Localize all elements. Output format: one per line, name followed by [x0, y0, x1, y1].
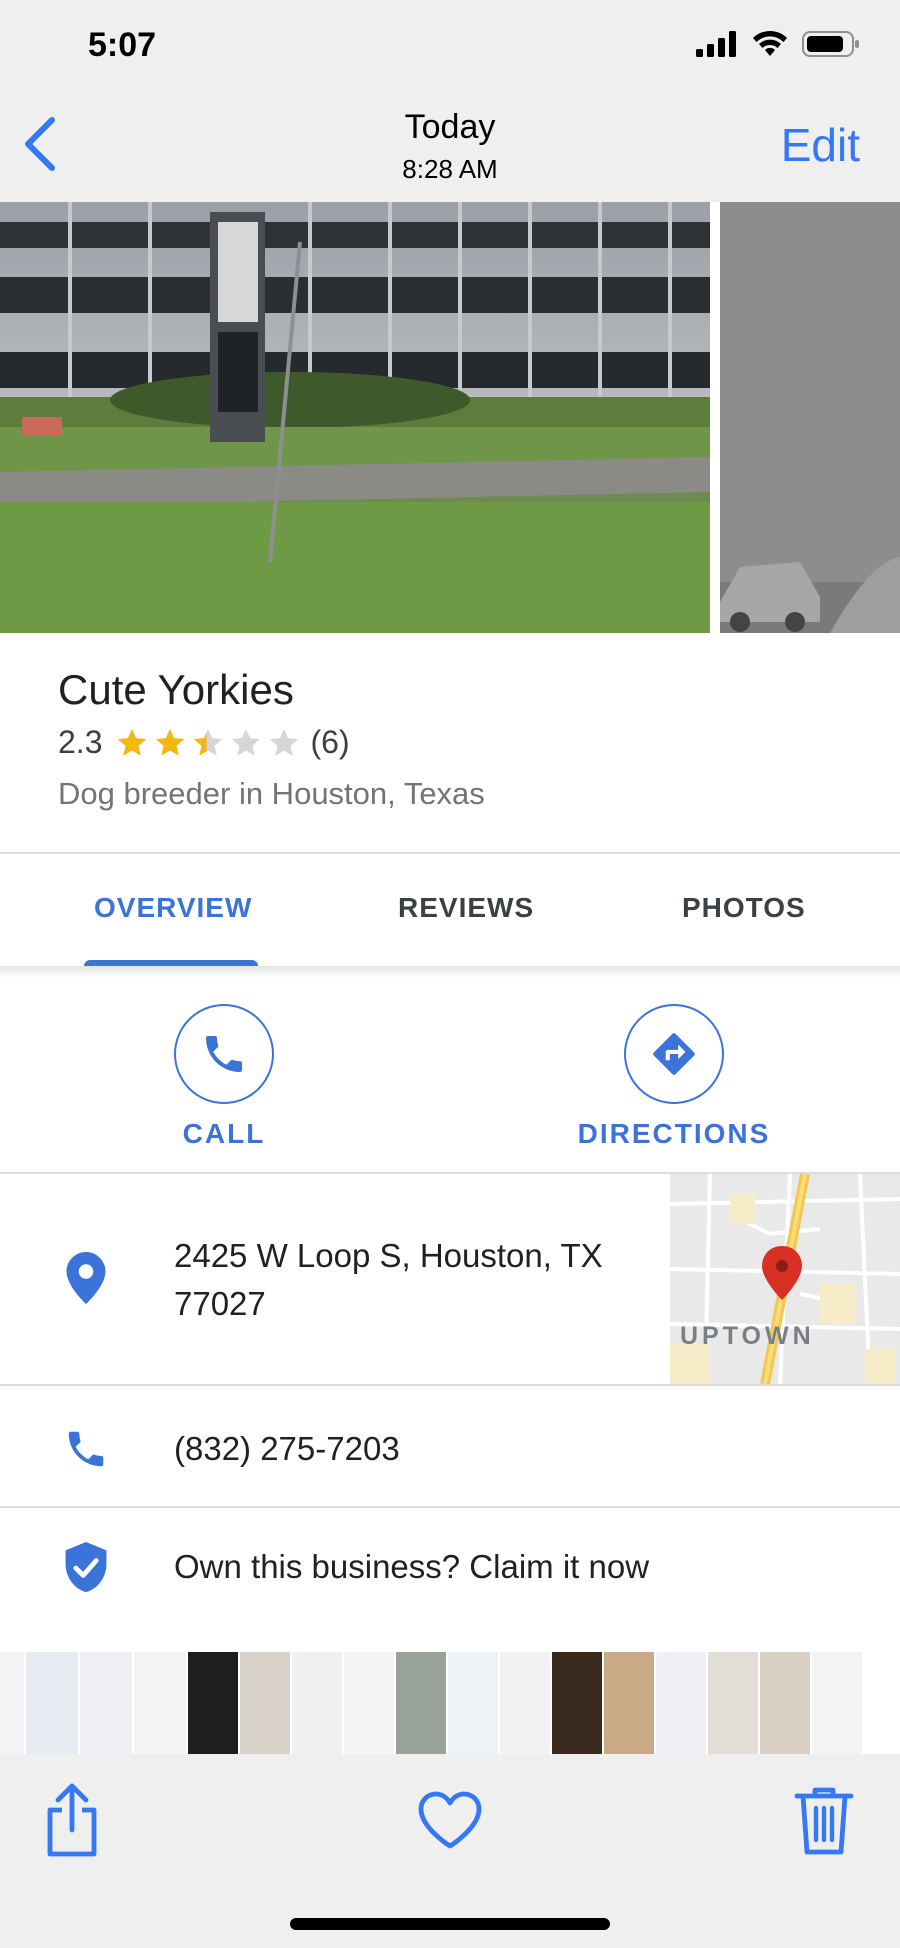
- wifi-icon: [753, 30, 787, 56]
- filmstrip-thumbnail[interactable]: [812, 1652, 864, 1754]
- street-view-image-2: [720, 202, 900, 633]
- back-button[interactable]: [14, 114, 74, 174]
- directions-icon: [653, 1033, 695, 1075]
- edit-button[interactable]: Edit: [781, 118, 860, 172]
- call-button[interactable]: CALL: [114, 1004, 334, 1150]
- tab-reviews[interactable]: REVIEWS: [398, 892, 534, 924]
- delete-button[interactable]: [784, 1780, 864, 1860]
- phone-icon: [206, 1036, 242, 1072]
- filmstrip-thumbnail[interactable]: [708, 1652, 760, 1754]
- chevron-left-icon: [25, 117, 55, 171]
- phone-number: (832) 275-7203: [174, 1430, 400, 1467]
- review-count: (6): [310, 724, 350, 760]
- verified-shield-icon: [60, 1542, 112, 1594]
- call-circle: [174, 1004, 274, 1104]
- filmstrip-thumbnail[interactable]: [552, 1652, 604, 1754]
- photo-filmstrip[interactable]: [0, 1652, 900, 1754]
- filmstrip-thumbnail[interactable]: [292, 1652, 344, 1754]
- bottom-toolbar: [0, 1754, 900, 1948]
- battery-icon: [802, 31, 859, 57]
- place-category: Dog breeder in Houston, Texas: [58, 776, 485, 811]
- nav-bar: Today 8:28 AM Edit: [0, 80, 900, 202]
- phone-icon: [60, 1423, 112, 1475]
- filmstrip-thumbnail[interactable]: [80, 1652, 134, 1754]
- street-view-image: [0, 202, 710, 633]
- share-icon: [47, 1783, 97, 1857]
- filmstrip-thumbnail[interactable]: [0, 1652, 26, 1754]
- map-image: [670, 1174, 900, 1384]
- filmstrip-thumbnail[interactable]: [134, 1652, 188, 1754]
- filmstrip-thumbnail[interactable]: [604, 1652, 656, 1754]
- nav-subtitle: 8:28 AM: [402, 154, 498, 184]
- directions-button[interactable]: DIRECTIONS: [564, 1004, 784, 1150]
- directions-circle: [624, 1004, 724, 1104]
- place-photo-secondary[interactable]: [720, 202, 900, 633]
- star-icon: [118, 728, 147, 756]
- cellular-signal-icon: [696, 31, 736, 57]
- star-half-icon: [194, 728, 223, 756]
- status-bar: 5:07: [0, 0, 900, 80]
- star-empty-icon: [270, 728, 299, 756]
- status-time: 5:07: [88, 26, 157, 64]
- call-label: CALL: [182, 1118, 266, 1149]
- heart-icon: [418, 1791, 482, 1849]
- tabs-shadow: [0, 966, 900, 978]
- filmstrip-thumbnail[interactable]: [656, 1652, 708, 1754]
- filmstrip-thumbnail[interactable]: [26, 1652, 80, 1754]
- filmstrip-thumbnail[interactable]: [240, 1652, 292, 1754]
- address-line-2: 77027: [174, 1285, 266, 1322]
- map-thumbnail[interactable]: UPTOWN: [670, 1174, 900, 1384]
- divider: [0, 1506, 900, 1508]
- filmstrip-thumbnail[interactable]: [396, 1652, 448, 1754]
- star-empty-icon: [232, 728, 261, 756]
- filmstrip-thumbnail[interactable]: [500, 1652, 552, 1754]
- share-button[interactable]: [32, 1780, 112, 1860]
- place-name: Cute Yorkies: [58, 666, 294, 713]
- divider: [0, 1384, 900, 1386]
- map-area-label: UPTOWN: [680, 1322, 815, 1350]
- tab-photos[interactable]: PHOTOS: [682, 892, 806, 924]
- status-icons: [696, 30, 860, 58]
- filmstrip-thumbnail[interactable]: [448, 1652, 500, 1754]
- favorite-button[interactable]: [410, 1780, 490, 1860]
- nav-title: Today: [404, 108, 496, 146]
- trash-icon: [794, 1787, 854, 1855]
- home-indicator: [290, 1918, 610, 1930]
- address-line-1: 2425 W Loop S, Houston, TX: [174, 1237, 603, 1274]
- directions-label: DIRECTIONS: [577, 1118, 771, 1149]
- filmstrip-thumbnail[interactable]: [344, 1652, 396, 1754]
- claim-business-text: Own this business? Claim it now: [174, 1548, 650, 1585]
- location-pin-icon: [60, 1252, 112, 1304]
- star-icon: [156, 728, 185, 756]
- rating-row[interactable]: 2.3 (6): [58, 724, 350, 761]
- tab-overview[interactable]: OVERVIEW: [94, 892, 252, 924]
- filmstrip-thumbnail[interactable]: [760, 1652, 812, 1754]
- filmstrip-thumbnail[interactable]: [188, 1652, 240, 1754]
- divider: [0, 852, 900, 854]
- rating-stars: [114, 726, 302, 760]
- rating-value: 2.3: [58, 724, 103, 760]
- place-photo-main[interactable]: [0, 202, 710, 633]
